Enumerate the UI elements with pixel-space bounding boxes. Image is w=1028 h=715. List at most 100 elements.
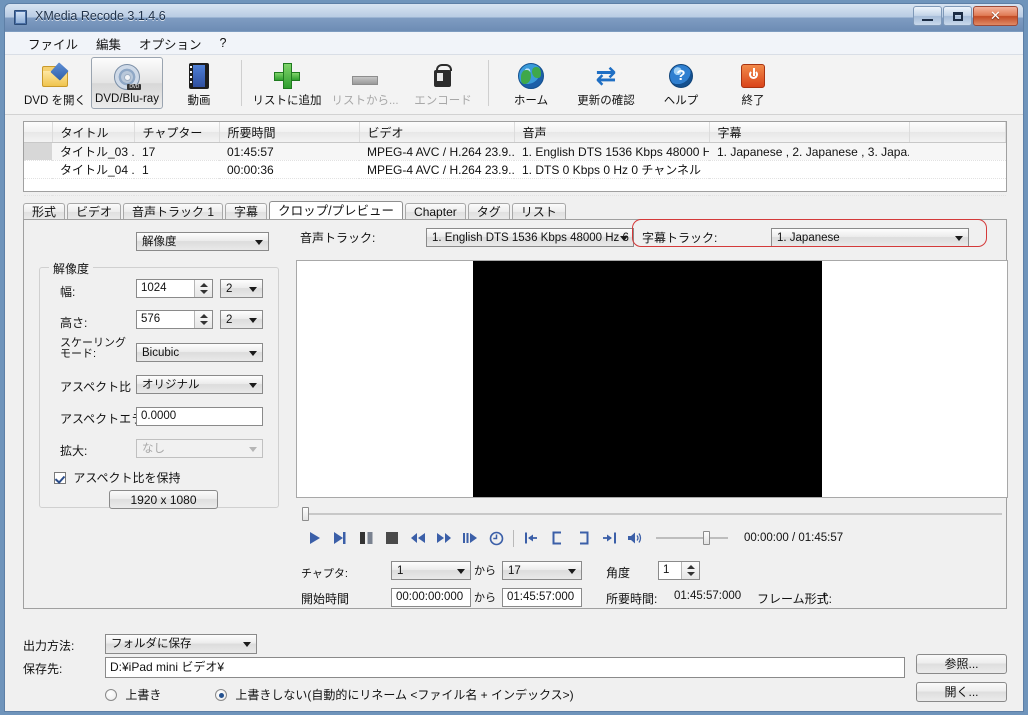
output-method-select[interactable]: フォルダに保存 [105, 634, 257, 654]
volume-button[interactable] [622, 527, 648, 549]
maximize-icon [952, 11, 963, 21]
toolbar-separator-2 [488, 60, 489, 106]
chapter-to-select[interactable]: 17 [502, 561, 582, 580]
width-stepper[interactable] [194, 280, 212, 297]
height-stepper[interactable] [194, 311, 212, 328]
tab-tag[interactable]: タグ [467, 203, 510, 220]
column-header-chapter[interactable]: チャプター [134, 122, 220, 143]
toolbar-button-exit[interactable]: 終了 [717, 57, 789, 109]
set-end-button[interactable] [570, 527, 596, 549]
toolbar-button-encode[interactable]: エンコード [404, 57, 482, 109]
column-header-extra[interactable] [909, 122, 1006, 143]
step-forward-button[interactable] [457, 527, 483, 549]
play-button[interactable] [301, 527, 327, 549]
toolbar-button-remove-from-list[interactable]: リストから... [326, 57, 404, 109]
maximize-button[interactable] [943, 6, 972, 26]
destination-input[interactable]: D:¥iPad mini ビデオ¥ [105, 657, 905, 678]
keep-aspect-checkbox[interactable] [54, 472, 66, 484]
column-header-video[interactable]: ビデオ [359, 122, 515, 143]
keep-aspect-checkbox-row[interactable]: アスペクト比を保持 [54, 469, 181, 486]
chapter-from-value: 1 [397, 565, 404, 577]
toolbar-button-help[interactable]: ? ヘルプ [645, 57, 717, 109]
timer-button[interactable] [483, 527, 509, 549]
cell-empty [709, 178, 909, 196]
cell-title: タイトル_03 ... [52, 142, 134, 161]
table-row[interactable]: タイトル_04 ... 1 00:00:36 MPEG-4 AVC / H.26… [24, 160, 1006, 179]
tab-chapter[interactable]: Chapter [405, 203, 466, 220]
start-time-label: 開始時間 [301, 592, 350, 606]
menu-item-file[interactable]: ファイル [19, 32, 87, 55]
jump-start-button[interactable] [518, 527, 544, 549]
seek-track [302, 513, 1002, 515]
start-time-input[interactable]: 00:00:00:000 [391, 588, 471, 607]
toolbar-button-open-dvd[interactable]: DVD を開く [19, 57, 91, 109]
column-header-mark[interactable] [24, 122, 53, 143]
output-method-label: 出力方法: [23, 639, 75, 653]
seek-bar[interactable] [302, 507, 1002, 521]
audio-track-select[interactable]: 1. English DTS 1536 Kbps 48000 Hz 6 [426, 228, 634, 247]
rewind-button[interactable] [405, 527, 431, 549]
toolbar-button-video[interactable]: 動画 [163, 57, 235, 109]
angle-stepper[interactable] [681, 562, 699, 579]
tab-list[interactable]: リスト [511, 203, 566, 220]
overwrite-radio-row[interactable]: 上書き [105, 686, 161, 703]
set-start-button[interactable] [544, 527, 570, 549]
next-frame-button[interactable] [327, 527, 353, 549]
tab-crop-preview[interactable]: クロップ/プレビュー [269, 201, 404, 220]
refresh-icon: ⇄ [595, 62, 617, 90]
settings-section-select[interactable]: 解像度 [136, 232, 269, 251]
jump-end-button[interactable] [596, 527, 622, 549]
toolbar-button-home[interactable]: ホーム [495, 57, 567, 109]
tab-subtitle[interactable]: 字幕 [225, 203, 268, 220]
subtitle-track-select[interactable]: 1. Japanese [771, 228, 969, 247]
width-step-select[interactable]: 2 [220, 279, 263, 298]
title-list[interactable]: タイトル チャプター 所要時間 ビデオ 音声 字幕 タイトル_03 ... 17… [23, 121, 1007, 196]
column-header-duration[interactable]: 所要時間 [219, 122, 360, 143]
zoom-select[interactable]: なし [136, 439, 263, 458]
aspect-error-input[interactable]: 0.0000 [136, 407, 263, 426]
menu-item-help[interactable]: ? [211, 34, 236, 52]
chapter-from-select[interactable]: 1 [391, 561, 471, 580]
chevron-down-icon [246, 347, 260, 360]
seek-thumb[interactable] [302, 507, 309, 521]
tab-video[interactable]: ビデオ [67, 203, 122, 220]
fast-forward-button[interactable] [431, 527, 457, 549]
no-overwrite-radio-row[interactable]: 上書きしない(自動的にリネーム <ファイル名 + インデックス>) [215, 686, 574, 703]
menu-item-options[interactable]: オプション [130, 32, 211, 55]
tab-audio-track-1[interactable]: 音声トラック 1 [123, 203, 224, 220]
cell-audio: 1. English DTS 1536 Kbps 48000 Hz ... [514, 142, 709, 161]
tab-format[interactable]: 形式 [23, 203, 66, 220]
height-step-select[interactable]: 2 [220, 310, 263, 329]
toolbar-button-add-to-list[interactable]: リストに追加 [248, 57, 326, 109]
end-time-input[interactable]: 01:45:57:000 [502, 588, 582, 607]
menu-item-edit[interactable]: 編集 [87, 32, 130, 55]
cell-empty [134, 178, 219, 196]
no-overwrite-radio[interactable] [215, 689, 227, 701]
column-header-subtitle[interactable]: 字幕 [709, 122, 910, 143]
app-icon [14, 10, 27, 25]
volume-slider[interactable] [656, 531, 728, 545]
volume-thumb[interactable] [703, 531, 710, 545]
overwrite-radio[interactable] [105, 689, 117, 701]
stop-button[interactable] [379, 527, 405, 549]
height-input[interactable]: 576 [136, 310, 213, 329]
source-resolution-button[interactable]: 1920 x 1080 [109, 490, 218, 509]
audio-track-label: 音声トラック: [300, 231, 376, 245]
pause-button[interactable] [353, 527, 379, 549]
close-button[interactable]: ✕ [973, 6, 1018, 26]
column-header-audio[interactable]: 音声 [514, 122, 710, 143]
angle-input[interactable]: 1 [658, 561, 700, 580]
toolbar-button-dvd-bluray[interactable]: DVD DVD/Blu-ray [91, 57, 163, 109]
aspect-ratio-select[interactable]: オリジナル [136, 375, 263, 394]
cell-chapter: 17 [134, 142, 219, 161]
video-preview[interactable] [296, 260, 1008, 498]
scaling-mode-select[interactable]: Bicubic [136, 343, 263, 362]
window-title: XMedia Recode 3.1.4.6 [35, 9, 166, 23]
browse-button[interactable]: 参照... [916, 654, 1007, 674]
toolbar-button-check-update[interactable]: ⇄ 更新の確認 [567, 57, 645, 109]
column-header-title[interactable]: タイトル [52, 122, 135, 143]
open-button[interactable]: 開く... [916, 682, 1007, 702]
minimize-button[interactable] [913, 6, 942, 26]
table-row[interactable]: タイトル_03 ... 17 01:45:57 MPEG-4 AVC / H.2… [24, 142, 1006, 161]
width-input[interactable]: 1024 [136, 279, 213, 298]
